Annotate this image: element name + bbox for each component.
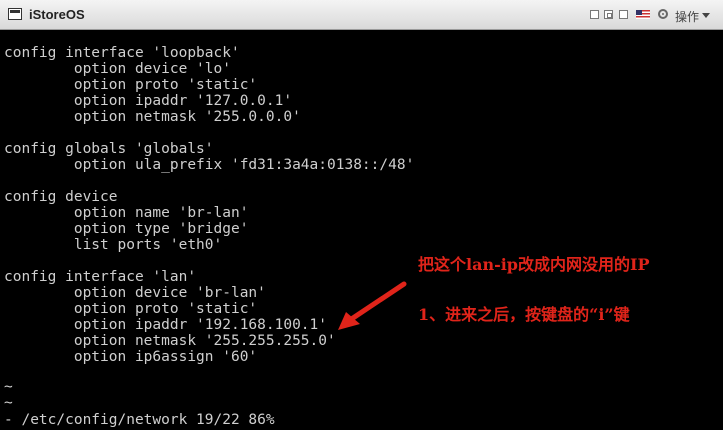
terminal-line: option ula_prefix 'fd31:3a4a:0138::/48' bbox=[4, 157, 415, 173]
terminal-line: option netmask '255.0.0.0' bbox=[4, 109, 301, 125]
terminal-line: config device bbox=[4, 189, 118, 205]
us-flag-icon[interactable] bbox=[636, 10, 650, 19]
window-title: iStoreOS bbox=[29, 7, 85, 22]
terminal-line: ~ bbox=[4, 379, 13, 395]
minimize-icon[interactable] bbox=[590, 10, 599, 19]
annotation-change-ip: 把这个lan-ip改成内网没用的IP bbox=[418, 255, 650, 274]
terminal-line: option proto 'static' bbox=[4, 301, 258, 317]
gear-icon[interactable] bbox=[658, 9, 668, 19]
terminal-app-icon bbox=[8, 8, 22, 20]
terminal-line: config globals 'globals' bbox=[4, 141, 214, 157]
annotation-arrow-icon bbox=[338, 281, 407, 330]
maximize-icon[interactable] bbox=[619, 10, 628, 19]
terminal-line: option ip6assign '60' bbox=[4, 349, 258, 365]
restore-icon[interactable] bbox=[604, 10, 613, 19]
terminal-line: ~ bbox=[4, 395, 13, 411]
terminal-line: config interface 'lan' bbox=[4, 269, 197, 285]
chevron-down-icon[interactable] bbox=[702, 13, 710, 18]
terminal-line: option netmask '255.255.255.0' bbox=[4, 333, 336, 349]
operations-menu[interactable]: 操作 bbox=[675, 8, 699, 25]
window-titlebar: iStoreOS 操作 bbox=[0, 0, 723, 30]
terminal-line: option proto 'static' bbox=[4, 77, 258, 93]
terminal-line: config interface 'loopback' bbox=[4, 45, 240, 61]
terminal-line-ipaddr: option ipaddr '192.168.100.1' bbox=[4, 317, 328, 333]
annotation-press-i: 1、进来之后，按键盘的“i”键 bbox=[418, 305, 630, 324]
terminal-screen[interactable]: config interface 'loopback' option devic… bbox=[0, 31, 723, 430]
terminal-line: option device 'br-lan' bbox=[4, 285, 266, 301]
terminal-line: option ipaddr '127.0.0.1' bbox=[4, 93, 293, 109]
vi-status-line: - /etc/config/network 19/22 86% bbox=[4, 412, 275, 428]
terminal-line: option device 'lo' bbox=[4, 61, 231, 77]
terminal-line: list ports 'eth0' bbox=[4, 237, 223, 253]
terminal-line: option name 'br-lan' bbox=[4, 205, 249, 221]
terminal-line: option type 'bridge' bbox=[4, 221, 249, 237]
